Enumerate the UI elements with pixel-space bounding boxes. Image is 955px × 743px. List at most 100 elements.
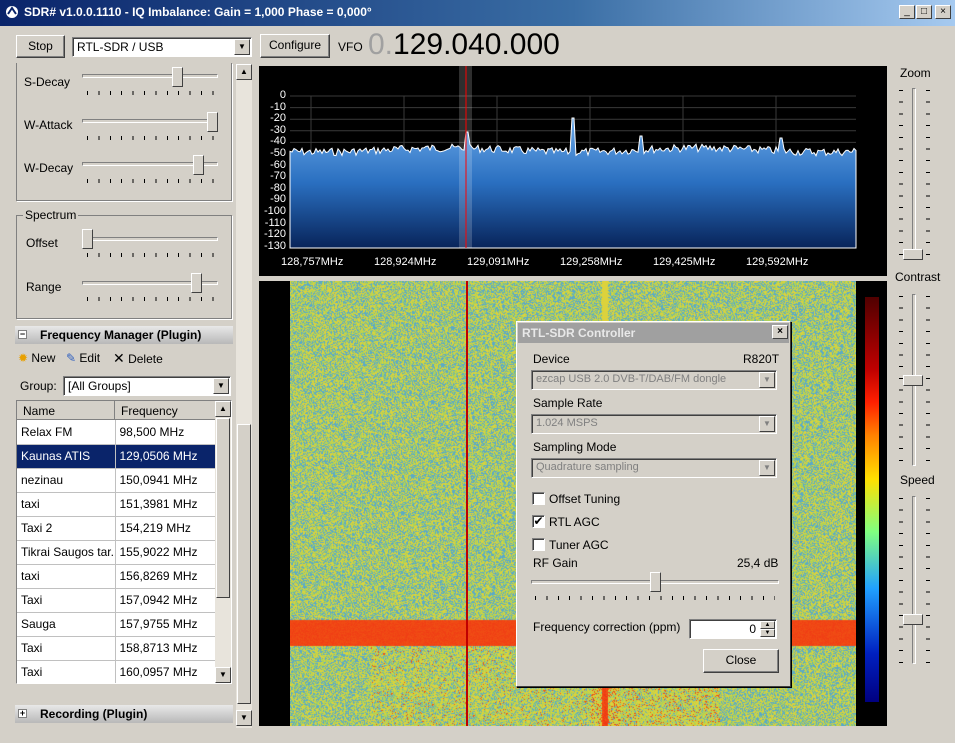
s-decay-ticks — [87, 91, 215, 95]
frequency-name-cell: Sauga — [17, 612, 116, 637]
frequency-name-cell: Taxi — [17, 660, 116, 683]
vfo-frequency-display[interactable]: 0.129.040.000 — [368, 28, 560, 62]
minimize-button[interactable]: _ — [899, 5, 915, 19]
chevron-down-icon[interactable]: ▼ — [759, 416, 775, 432]
collapse-icon[interactable]: − — [18, 330, 27, 339]
offset-tuning-label: Offset Tuning — [549, 492, 621, 506]
s-decay-track[interactable] — [82, 74, 218, 78]
sampling-mode-dropdown[interactable]: Quadrature sampling ▼ — [531, 458, 777, 478]
speed-ticks-left — [899, 498, 903, 664]
chevron-down-icon[interactable]: ▼ — [759, 372, 775, 388]
scroll-thumb[interactable] — [237, 424, 251, 704]
dialog-title-bar[interactable]: RTL-SDR Controller × — [518, 323, 789, 343]
delete-button[interactable]: ✕ Delete — [113, 350, 163, 367]
table-row[interactable]: taxi 151,3981 MHz — [17, 492, 216, 517]
chevron-down-icon[interactable]: ▼ — [759, 460, 775, 476]
speed-thumb[interactable] — [903, 613, 923, 625]
edit-button[interactable]: ✎ Edit — [66, 351, 100, 365]
frequency-value-cell: 129,0506 MHz — [115, 444, 216, 469]
zoom-ticks-right — [926, 90, 930, 260]
w-decay-ticks — [87, 179, 215, 183]
frequency-value-cell: 157,9755 MHz — [115, 612, 216, 637]
device-select[interactable]: RTL-SDR / USB ▼ — [72, 37, 252, 57]
zoom-track[interactable] — [912, 88, 916, 260]
speed-ticks-right — [926, 498, 930, 664]
rf-gain-value: 25,4 dB — [737, 556, 779, 570]
spin-down-icon[interactable]: ▼ — [760, 629, 775, 637]
table-row[interactable]: Relax FM 98,500 MHz — [17, 420, 216, 445]
table-row[interactable]: Kaunas ATIS 129,0506 MHz — [17, 444, 216, 469]
contrast-thumb[interactable] — [903, 374, 923, 386]
device-dropdown[interactable]: ezcap USB 2.0 DVB-T/DAB/FM dongle ▼ — [531, 370, 777, 390]
maximize-button[interactable]: □ — [916, 5, 932, 19]
frequency-name-cell: Taxi — [17, 636, 116, 661]
sample-rate-label: Sample Rate — [533, 396, 603, 410]
table-row[interactable]: Taxi 2 154,219 MHz — [17, 516, 216, 541]
recording-header[interactable]: + Recording (Plugin) — [15, 705, 233, 723]
rtl-agc-checkbox[interactable]: ✔ — [532, 515, 545, 528]
freq-manager-header[interactable]: − Frequency Manager (Plugin) — [15, 326, 233, 344]
table-row[interactable]: nezinau 150,0941 MHz — [17, 468, 216, 493]
left-panel-scrollbar[interactable]: ▲ ▼ — [236, 64, 252, 728]
frequency-correction-input[interactable]: 0 ▲ ▼ — [689, 619, 777, 639]
configure-button[interactable]: Configure — [260, 34, 330, 58]
stop-button[interactable]: Stop — [16, 35, 65, 58]
offset-thumb[interactable] — [82, 229, 93, 249]
s-decay-thumb[interactable] — [172, 67, 183, 87]
group-select[interactable]: [All Groups] ▼ — [63, 376, 231, 396]
zoom-thumb[interactable] — [903, 249, 923, 260]
contrast-label: Contrast — [895, 270, 941, 284]
x-tick-label: 129,592MHz — [746, 256, 809, 268]
y-tick-label: -80 — [270, 181, 286, 194]
offset-tuning-checkbox[interactable] — [532, 492, 545, 505]
column-frequency[interactable]: Frequency — [115, 401, 215, 420]
table-row[interactable]: Sauga 157,9755 MHz — [17, 612, 216, 637]
column-name[interactable]: Name — [17, 401, 115, 420]
contrast-ticks-right — [926, 296, 930, 466]
table-row[interactable]: Tikrai Saugos tar... 155,9022 MHz — [17, 540, 216, 565]
range-thumb[interactable] — [190, 273, 202, 293]
x-tick-label: 129,425MHz — [653, 256, 716, 268]
frequency-list-scrollbar[interactable]: ▲ ▼ — [215, 401, 231, 683]
x-tick-label: 129,258MHz — [560, 256, 623, 268]
offset-ticks — [87, 253, 215, 257]
new-button[interactable]: ✹ New — [18, 351, 55, 365]
scroll-thumb[interactable] — [216, 418, 230, 598]
scroll-down-icon[interactable]: ▼ — [215, 667, 231, 683]
vfo-label: VFO — [338, 40, 363, 54]
close-window-button[interactable]: × — [935, 5, 951, 19]
chevron-down-icon[interactable]: ▼ — [213, 378, 229, 394]
device-dropdown-value: ezcap USB 2.0 DVB-T/DAB/FM dongle — [536, 373, 727, 385]
expand-icon[interactable]: + — [18, 709, 27, 718]
table-row[interactable]: Taxi 157,0942 MHz — [17, 588, 216, 613]
frequency-name-cell: nezinau — [17, 468, 116, 493]
frequency-value-cell: 160,0957 MHz — [115, 660, 216, 683]
scroll-down-icon[interactable]: ▼ — [236, 710, 252, 726]
dialog-close-icon[interactable]: × — [772, 325, 788, 339]
rf-gain-thumb[interactable] — [649, 572, 661, 592]
frequency-list[interactable]: Name Frequency Relax FM 98,500 MHz Kaunas … — [16, 400, 232, 684]
s-decay-label: S-Decay — [24, 75, 71, 89]
w-attack-track[interactable] — [82, 119, 218, 123]
chevron-down-icon[interactable]: ▼ — [234, 39, 250, 55]
speed-track[interactable] — [912, 496, 916, 664]
table-row[interactable]: Taxi 158,8713 MHz — [17, 636, 216, 661]
dialog-close-button[interactable]: Close — [703, 649, 779, 673]
sample-rate-dropdown[interactable]: 1.024 MSPS ▼ — [531, 414, 777, 434]
table-row[interactable]: taxi 156,8269 MHz — [17, 564, 216, 589]
w-attack-thumb[interactable] — [207, 112, 218, 132]
spin-up-icon[interactable]: ▲ — [760, 621, 775, 629]
table-row[interactable]: Taxi 160,0957 MHz — [17, 660, 216, 683]
y-tick-label: -70 — [270, 170, 286, 183]
scroll-up-icon[interactable]: ▲ — [236, 64, 252, 80]
scroll-up-icon[interactable]: ▲ — [215, 401, 231, 417]
tuner-agc-checkbox[interactable] — [532, 538, 545, 551]
device-select-value: RTL-SDR / USB — [77, 40, 164, 54]
y-tick-label: -30 — [270, 123, 286, 136]
offset-track[interactable] — [82, 237, 218, 241]
y-tick-label: -90 — [270, 193, 286, 206]
frequency-name-cell: Taxi 2 — [17, 516, 116, 541]
w-decay-thumb[interactable] — [193, 155, 205, 175]
spectrum-display[interactable]: 0 -10 -20 -30 -40 -50 -60 -70 -80 -90 -100 -110 -120… — [259, 66, 887, 276]
vfo-frequency: 129.040.000 — [393, 28, 560, 61]
